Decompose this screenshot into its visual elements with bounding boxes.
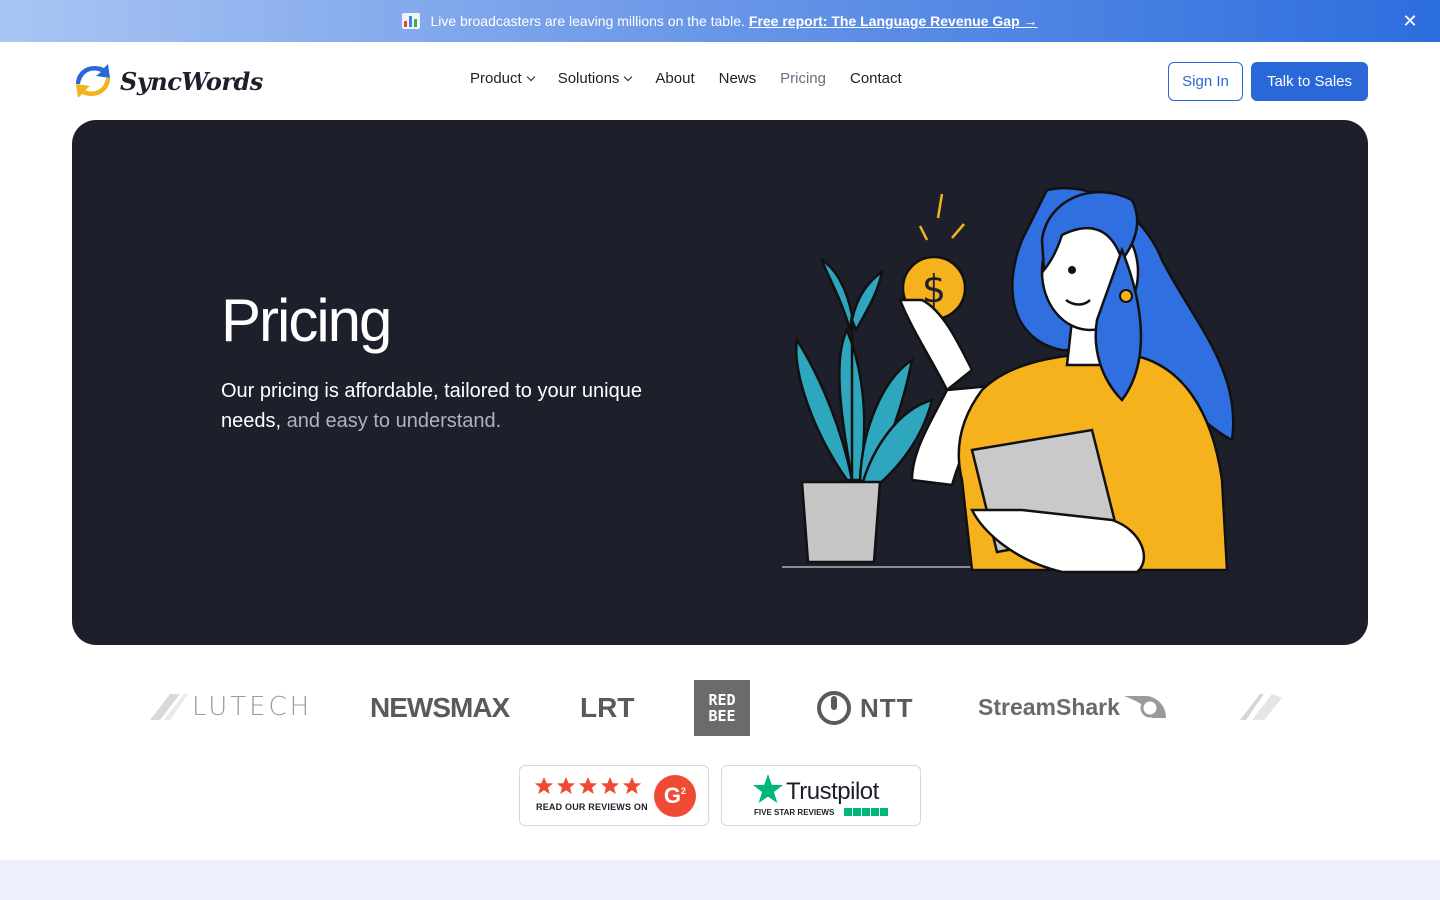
announcement-bar: Live broadcasters are leaving millions o… — [0, 0, 1440, 42]
hero-subtitle-muted: and easy to understand. — [286, 410, 502, 432]
partial-logo-right — [1238, 692, 1298, 722]
nav-about[interactable]: About — [655, 70, 694, 87]
lrt-wordmark: LRT — [580, 692, 635, 723]
chevron-down-icon — [624, 72, 633, 82]
close-icon[interactable]: ✕ — [1400, 11, 1420, 31]
trustpilot-star-icon — [753, 774, 783, 803]
shark-fin-icon — [1123, 696, 1166, 718]
lutech-mark-icon — [150, 694, 188, 720]
trustpilot-reviews-badge[interactable]: Trustpilot FIVE STAR REVIEWS — [721, 765, 921, 826]
lrt-logo: LRT — [580, 692, 634, 724]
star-rating-icon — [535, 777, 641, 794]
syncwords-logo-icon — [76, 64, 110, 98]
newsmax-wordmark: NEWSMAX — [370, 692, 510, 723]
ntt-mark-icon — [817, 691, 851, 725]
woman-holding-coin-illustration: $ — [782, 186, 1235, 574]
shine-lines — [918, 193, 965, 241]
nav-product-label: Product — [470, 70, 522, 87]
announcement-report-link[interactable]: Free report: The Language Revenue Gap → — [749, 13, 1038, 29]
pricing-hero: Pricing Our pricing is affordable, tailo… — [72, 120, 1368, 645]
stripes-mark-icon — [1240, 694, 1282, 720]
lutech-wordmark: LUTECH — [192, 692, 313, 722]
trustpilot-wordmark: Trustpilot — [786, 778, 879, 805]
talk-to-sales-button[interactable]: Talk to Sales — [1251, 62, 1368, 101]
g2-logo-letter: G — [663, 783, 682, 808]
redbee-logo: RED BEE — [694, 680, 750, 736]
logo-wordmark: SyncWords — [120, 66, 263, 96]
nav-solutions-label: Solutions — [557, 70, 620, 87]
nav-solutions[interactable]: Solutions — [557, 70, 633, 87]
newsmax-logo: NEWSMAX — [370, 692, 510, 724]
client-logos-strip: LUTECH NEWSMAX LRT RED BEE NTT StreamSha… — [140, 678, 1300, 738]
page-title: Pricing — [221, 287, 392, 354]
plant-pot-icon — [800, 480, 882, 564]
syncwords-logo[interactable]: SyncWords — [72, 62, 263, 100]
sign-in-button[interactable]: Sign In — [1168, 62, 1243, 101]
main-nav: Product Solutions About News Pricing Con… — [470, 70, 902, 87]
nav-news[interactable]: News — [719, 70, 757, 87]
lutech-logo: LUTECH — [148, 692, 312, 722]
site-header: SyncWords Product Solutions About News P… — [0, 42, 1440, 120]
nav-contact[interactable]: Contact — [850, 70, 902, 87]
ntt-wordmark: NTT — [860, 692, 914, 723]
trustpilot-sub-text: FIVE STAR REVIEWS — [754, 808, 835, 817]
nav-pricing[interactable]: Pricing — [780, 70, 826, 87]
bar-chart-icon — [402, 13, 421, 29]
g2-reviews-text: READ OUR REVIEWS ON — [536, 802, 648, 812]
streamshark-logo: StreamShark — [978, 692, 1168, 722]
announcement-text: Live broadcasters are leaving millions o… — [430, 13, 745, 29]
redbee-wordmark-top: RED — [708, 691, 736, 709]
hero-subtitle: Our pricing is affordable, tailored to y… — [221, 376, 691, 436]
redbee-wordmark-bottom: BEE — [708, 707, 736, 725]
g2-logo-icon: G2 — [654, 775, 696, 817]
streamshark-wordmark: StreamShark — [978, 693, 1120, 720]
g2-reviews-badge[interactable]: READ OUR REVIEWS ON G2 — [519, 765, 709, 826]
ntt-logo: NTT — [816, 690, 914, 726]
chevron-down-icon — [526, 72, 535, 82]
next-section-band — [0, 860, 1440, 900]
nav-product[interactable]: Product — [470, 70, 535, 87]
trustpilot-header: Trustpilot — [752, 772, 879, 806]
trustpilot-rating-icon — [844, 808, 888, 816]
g2-stars — [534, 776, 642, 796]
